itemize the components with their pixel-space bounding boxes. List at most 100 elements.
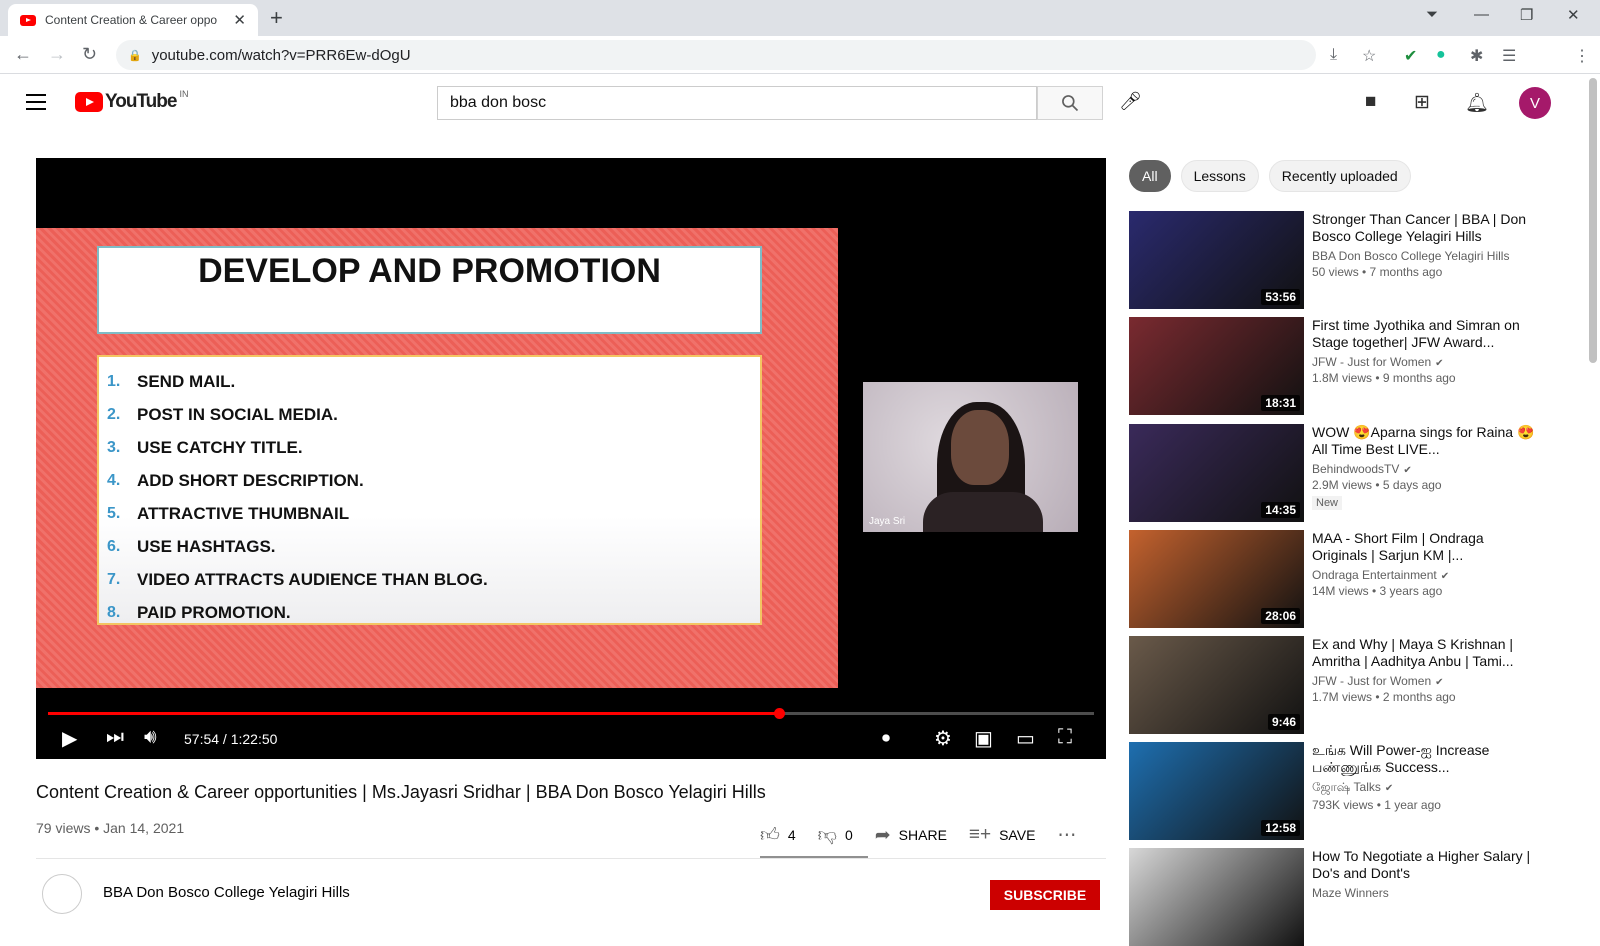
recommended-title[interactable]: WOW 😍Aparna sings for Raina 😍All Time Be…	[1312, 424, 1537, 458]
recommended-video[interactable]: 9:46 Ex and Why | Maya S Krishnan | Amrit…	[1129, 636, 1559, 734]
settings-gear-icon[interactable]: ⚙︎	[934, 726, 952, 751]
recommended-channel[interactable]: BehindwoodsTV	[1312, 462, 1399, 476]
theater-mode-icon[interactable]: ▭	[1016, 726, 1035, 751]
recommended-title[interactable]: First time Jyothika and Simran on Stage …	[1312, 317, 1537, 351]
scrubber-handle[interactable]	[774, 708, 786, 719]
video-thumbnail[interactable]: 28:06	[1129, 530, 1304, 628]
grammarly-icon[interactable]: ●	[1436, 46, 1446, 64]
recommended-channel[interactable]: JFW - Just for Women	[1312, 355, 1431, 369]
slide-item-text: SEND MAIL.	[137, 371, 236, 391]
progress-fill	[48, 712, 780, 715]
back-icon[interactable]: ←	[14, 44, 32, 65]
more-actions-button[interactable]: ⋯	[1057, 824, 1084, 847]
minimize-icon[interactable]: —	[1474, 6, 1489, 23]
share-label: SHARE	[898, 827, 947, 843]
play-icon[interactable]: ▶	[62, 726, 77, 751]
recommended-video[interactable]: How To Negotiate a Higher Salary | Do's …	[1129, 848, 1559, 946]
save-button[interactable]: ≡+ SAVE	[969, 824, 1036, 846]
slide-item-text: PAID PROMOTION.	[137, 602, 291, 622]
recommended-video[interactable]: 12:58 உங்க Will Power-ஐ Increase பண்ணுங்க…	[1129, 742, 1559, 840]
subscribe-button[interactable]: SUBSCRIBE	[990, 880, 1100, 910]
volume-icon[interactable]: 🔊︎	[144, 726, 157, 749]
recommended-video[interactable]: 14:35 WOW 😍Aparna sings for Raina 😍All Ti…	[1129, 424, 1559, 522]
video-thumbnail[interactable]: 9:46	[1129, 636, 1304, 734]
slide-item-text: USE HASHTAGS.	[137, 536, 276, 556]
video-player[interactable]: DEVELOP AND PROMOTION 1. SEND MAIL. 2. POST…	[36, 158, 1106, 759]
bookmark-star-icon[interactable]: ☆	[1362, 46, 1376, 66]
filter-chip[interactable]: Recently uploaded	[1268, 160, 1411, 192]
recommended-channel[interactable]: BBA Don Bosco College Yelagiri Hills	[1312, 249, 1509, 263]
share-button[interactable]: ➦ SHARE	[875, 824, 947, 847]
account-avatar[interactable]: V	[1519, 87, 1551, 119]
youtube-logo[interactable]: YouTube IN	[75, 89, 188, 113]
browser-tab[interactable]: Content Creation & Career oppo ✕	[8, 4, 258, 36]
autoplay-toggle-icon[interactable]: ⏺︎	[882, 730, 890, 748]
miniplayer-icon[interactable]: ▣	[974, 726, 993, 751]
microphone-icon[interactable]: 🎤︎	[1119, 91, 1142, 112]
close-window-icon[interactable]: ✕	[1567, 6, 1580, 24]
recommended-channel[interactable]: Maze Winners	[1312, 886, 1389, 900]
scrollbar-thumb[interactable]	[1589, 78, 1597, 363]
video-thumbnail[interactable]: 14:35	[1129, 424, 1304, 522]
video-thumbnail[interactable]: 53:56	[1129, 211, 1304, 309]
menu-icon[interactable]	[26, 94, 46, 110]
slide-item-text: ATTRACTIVE THUMBNAIL	[137, 503, 350, 523]
dislike-button[interactable]: 👎︎ 0	[818, 824, 853, 847]
notifications-bell-icon[interactable]: 🔔︎	[1465, 91, 1489, 115]
install-icon[interactable]: ⤓	[1330, 46, 1337, 64]
address-bar: ← → ↻ 🔒 youtube.com/watch?v=PRR6Ew-dOgU …	[0, 36, 1600, 100]
reading-list-icon[interactable]: ☰	[1502, 46, 1516, 66]
like-button[interactable]: 👍︎ 4	[760, 824, 796, 847]
recommended-title[interactable]: உங்க Will Power-ஐ Increase பண்ணுங்க Succ…	[1312, 742, 1537, 776]
filter-chip[interactable]: Lessons	[1180, 160, 1259, 192]
apps-grid-icon[interactable]: ⊞	[1414, 91, 1430, 114]
extensions-puzzle-icon[interactable]: ✱	[1470, 46, 1483, 66]
participant-name: Jaya Sri	[869, 516, 906, 527]
new-tab-icon[interactable]: +	[270, 5, 283, 31]
check-extension-icon[interactable]: ✔	[1404, 46, 1417, 66]
video-duration: 18:31	[1261, 395, 1300, 411]
slide-item: 2. POST IN SOCIAL MEDIA.	[107, 398, 760, 431]
search-input[interactable]: bba don bosc	[437, 86, 1037, 120]
chrome-menu-icon[interactable]: ⋮	[1574, 46, 1590, 66]
recommended-title[interactable]: How To Negotiate a Higher Salary | Do's …	[1312, 848, 1537, 882]
search-button[interactable]	[1037, 86, 1103, 120]
slide-item: 1. SEND MAIL.	[107, 365, 760, 398]
reload-icon[interactable]: ↻	[82, 44, 97, 65]
video-thumbnail[interactable]	[1129, 848, 1304, 946]
recommended-video[interactable]: 28:06 MAA - Short Film | Ondraga Original…	[1129, 530, 1559, 628]
filter-chips: All Lessons Recently uploaded	[1129, 160, 1421, 192]
recommended-channel[interactable]: Ondraga Entertainment	[1312, 568, 1437, 582]
progress-bar[interactable]	[48, 708, 1094, 719]
verified-check-icon: ✔	[1440, 571, 1450, 582]
verified-check-icon: ✔	[1435, 677, 1444, 688]
channel-name[interactable]: BBA Don Bosco College Yelagiri Hills	[103, 884, 350, 901]
youtube-logo-icon	[75, 92, 103, 112]
recommended-title[interactable]: Ex and Why | Maya S Krishnan | Amritha |…	[1312, 636, 1537, 670]
slide-item-text: ADD SHORT DESCRIPTION.	[137, 470, 364, 490]
recommended-channel[interactable]: ஜோஷ் Talks	[1312, 780, 1381, 794]
recommended-video[interactable]: 18:31 First time Jyothika and Simran on S…	[1129, 317, 1559, 415]
recommended-video[interactable]: 53:56 Stronger Than Cancer | BBA | Don Bo…	[1129, 211, 1559, 309]
save-label: SAVE	[999, 827, 1036, 843]
verified-check-icon: ✔	[1384, 783, 1394, 794]
channel-avatar[interactable]	[42, 874, 82, 914]
recommended-title[interactable]: MAA - Short Film | Ondraga Originals | S…	[1312, 530, 1537, 564]
recommended-channel[interactable]: JFW - Just for Women	[1312, 674, 1431, 688]
presentation-slide: DEVELOP AND PROMOTION 1. SEND MAIL. 2. POST…	[36, 228, 838, 688]
forward-icon[interactable]: →	[48, 44, 66, 65]
fullscreen-icon[interactable]: ⛶	[1058, 726, 1072, 749]
playlist-add-icon: ≡+	[968, 824, 992, 845]
url-field[interactable]: 🔒 youtube.com/watch?v=PRR6Ew-dOgU	[116, 40, 1316, 70]
close-tab-icon[interactable]: ✕	[233, 11, 246, 29]
create-video-icon[interactable]: ■	[1365, 91, 1376, 113]
filter-chip[interactable]: All	[1129, 160, 1171, 192]
video-thumbnail[interactable]: 18:31	[1129, 317, 1304, 415]
page-scrollbar[interactable]	[1586, 75, 1600, 900]
recommended-title[interactable]: Stronger Than Cancer | BBA | Don Bosco C…	[1312, 211, 1537, 245]
video-thumbnail[interactable]: 12:58	[1129, 742, 1304, 840]
next-icon[interactable]: ⏭︎	[106, 726, 124, 749]
tab-search-icon[interactable]: ⏷	[1426, 6, 1438, 23]
restore-icon[interactable]: ❐	[1520, 6, 1533, 24]
recommended-views: 14M views • 3 years ago	[1312, 584, 1443, 598]
